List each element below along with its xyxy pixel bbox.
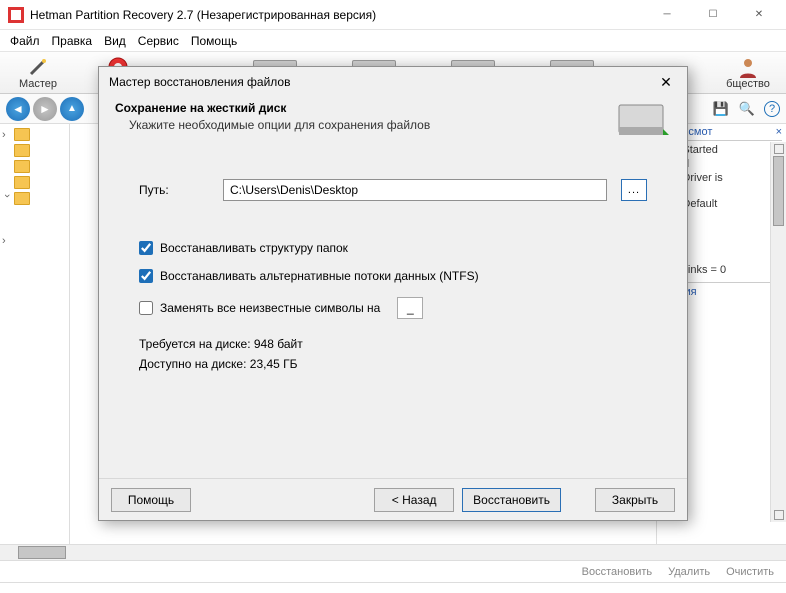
- action-delete[interactable]: Удалить: [668, 566, 710, 578]
- recovery-wizard-dialog: Мастер восстановления файлов ✕ Сохранени…: [98, 66, 688, 521]
- help-button[interactable]: Помощь: [111, 488, 191, 512]
- menu-service[interactable]: Сервис: [138, 34, 179, 48]
- dialog-close-button[interactable]: ✕: [655, 71, 677, 93]
- titlebar: Hetman Partition Recovery 2.7 (Незарегис…: [0, 0, 786, 30]
- window-title: Hetman Partition Recovery 2.7 (Незарегис…: [30, 8, 644, 22]
- folder-tree[interactable]: › › ›: [0, 124, 70, 544]
- nav-up-button[interactable]: ▲: [60, 97, 84, 121]
- back-button[interactable]: < Назад: [374, 488, 454, 512]
- app-icon: [8, 7, 24, 23]
- toolbar-wizard[interactable]: Мастер: [8, 56, 68, 90]
- menu-edit[interactable]: Правка: [52, 34, 93, 48]
- nav-back-button[interactable]: ◄: [6, 97, 30, 121]
- disk-required-text: Требуется на диске: 948 байт: [139, 337, 647, 351]
- folder-icon: [14, 144, 30, 157]
- toolbar-community-label: бщество: [726, 78, 770, 90]
- status-bar: Восстановление...: [0, 582, 786, 593]
- path-label: Путь:: [139, 183, 209, 197]
- close-icon[interactable]: ×: [776, 126, 782, 138]
- checkbox-restore-ntfs-streams-label: Восстанавливать альтернативные потоки да…: [160, 269, 479, 283]
- browse-button[interactable]: ...: [621, 179, 647, 201]
- checkbox-restore-structure[interactable]: [139, 241, 153, 255]
- close-button[interactable]: ✕: [736, 0, 782, 30]
- close-button[interactable]: Закрыть: [595, 488, 675, 512]
- folder-icon: [14, 160, 30, 173]
- nav-forward-button[interactable]: ►: [33, 97, 57, 121]
- action-strip: Восстановить Удалить Очистить: [0, 560, 786, 582]
- checkbox-restore-structure-label: Восстанавливать структуру папок: [160, 241, 348, 255]
- horizontal-scrollbar[interactable]: [0, 544, 786, 560]
- action-restore[interactable]: Восстановить: [582, 566, 652, 578]
- help-icon[interactable]: ?: [764, 101, 780, 117]
- toolbar-community[interactable]: бщество: [718, 56, 778, 90]
- menu-file[interactable]: Файл: [10, 34, 40, 48]
- replace-char-input[interactable]: [397, 297, 423, 319]
- checkbox-restore-ntfs-streams[interactable]: [139, 269, 153, 283]
- menubar: Файл Правка Вид Сервис Помощь: [0, 30, 786, 52]
- dialog-title: Мастер восстановления файлов: [109, 75, 290, 89]
- action-clear[interactable]: Очистить: [726, 566, 774, 578]
- folder-icon: [14, 128, 30, 141]
- path-input[interactable]: [223, 179, 607, 201]
- search-icon[interactable]: 🔍: [738, 100, 756, 118]
- minimize-button[interactable]: ─: [644, 0, 690, 30]
- vertical-scrollbar[interactable]: [770, 142, 786, 522]
- dialog-heading: Сохранение на жесткий диск: [115, 101, 430, 115]
- wand-icon: [27, 56, 49, 78]
- person-icon: [737, 56, 759, 78]
- dialog-subheading: Укажите необходимые опции для сохранения…: [115, 118, 430, 132]
- maximize-button[interactable]: ☐: [690, 0, 736, 30]
- checkbox-replace-unknown[interactable]: [139, 301, 153, 315]
- folder-icon: [14, 192, 30, 205]
- disk-available-text: Доступно на диске: 23,45 ГБ: [139, 357, 647, 371]
- toolbar-wizard-label: Мастер: [19, 78, 57, 90]
- save-icon[interactable]: 💾: [712, 100, 730, 118]
- folder-icon: [14, 176, 30, 189]
- menu-help[interactable]: Помощь: [191, 34, 237, 48]
- menu-view[interactable]: Вид: [104, 34, 126, 48]
- hard-drive-icon: [615, 101, 671, 139]
- checkbox-replace-unknown-label: Заменять все неизвестные символы на: [160, 301, 380, 315]
- restore-button[interactable]: Восстановить: [462, 488, 561, 512]
